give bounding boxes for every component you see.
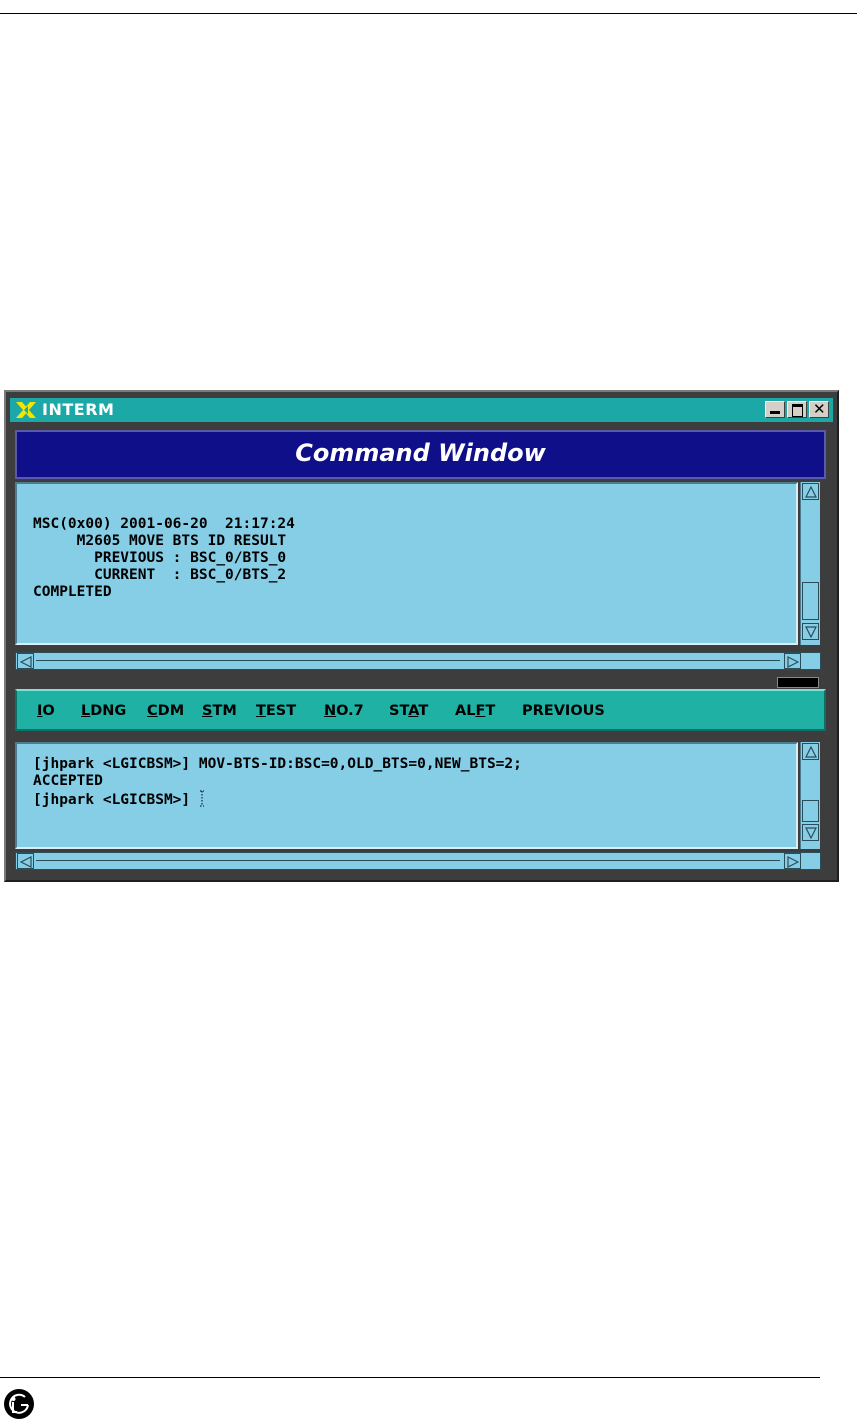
command-window-banner: Command Window <box>15 430 826 479</box>
scroll-down-button[interactable] <box>802 623 819 640</box>
output-line: MSC(0x00) 2001-06-20 21:17:24 <box>33 516 295 532</box>
scroll-up-button[interactable] <box>802 483 819 500</box>
close-button[interactable]: ✕ <box>809 401 829 418</box>
scroll-track <box>36 660 780 661</box>
minimize-button[interactable] <box>765 401 785 418</box>
menu-item-previous[interactable]: PREVIOUS <box>522 703 605 719</box>
menu-item-no7[interactable]: NO.7 <box>324 703 364 719</box>
scroll-down-button[interactable] <box>802 824 819 841</box>
scroll-right-button[interactable] <box>784 853 801 869</box>
scroll-right-button[interactable] <box>784 653 801 669</box>
output-vertical-scrollbar[interactable] <box>800 482 820 645</box>
arrow-left-icon <box>20 856 32 868</box>
header-rule <box>0 13 857 14</box>
arrow-left-icon <box>20 656 32 668</box>
menu-item-ldng[interactable]: LDNG <box>81 703 126 719</box>
menu-item-io[interactable]: IO <box>37 703 55 719</box>
close-icon: ✕ <box>813 400 826 418</box>
output-horizontal-scrollbar[interactable] <box>15 652 821 670</box>
scroll-left-button[interactable] <box>17 853 34 869</box>
input-vertical-scrollbar[interactable] <box>800 742 820 849</box>
output-line: M2605 MOVE BTS ID RESULT <box>33 533 287 549</box>
splitter-sash[interactable] <box>777 677 819 688</box>
scroll-up-button[interactable] <box>802 743 819 760</box>
output-line: COMPLETED <box>33 584 112 600</box>
arrow-up-icon <box>805 486 817 498</box>
lg-logo-icon <box>4 1389 34 1419</box>
scroll-thumb[interactable] <box>802 582 819 620</box>
arrow-right-icon <box>787 656 799 668</box>
arrow-down-icon <box>805 626 817 638</box>
minimize-icon <box>770 411 780 414</box>
arrow-right-icon <box>787 856 799 868</box>
x-logo-icon <box>16 402 36 418</box>
command-menu-bar: IO LDNG CDM STM TEST NO.7 STAT ALFT PREV… <box>15 689 826 731</box>
maximize-icon <box>792 404 803 417</box>
menu-item-stat[interactable]: STAT <box>389 703 428 719</box>
pane-splitter <box>6 672 837 678</box>
output-panel[interactable]: MSC(0x00) 2001-06-20 21:17:24 M2605 MOVE… <box>15 482 798 645</box>
title-bar[interactable]: INTERM ✕ <box>10 398 833 422</box>
output-line: PREVIOUS : BSC_0/BTS_0 <box>33 550 287 566</box>
prompt-text: [jhpark <LGICBSM>] <box>33 792 199 808</box>
command-input-panel[interactable]: [jhpark <LGICBSM>] MOV-BTS-ID:BSC=0,OLD_… <box>15 742 798 849</box>
menu-item-cdm[interactable]: CDM <box>147 703 184 719</box>
interm-window: INTERM ✕ Command Window MSC(0x00) 2001-0… <box>4 390 839 882</box>
output-line: CURRENT : BSC_0/BTS_2 <box>33 567 287 583</box>
arrow-up-icon <box>805 746 817 758</box>
menu-item-alft[interactable]: ALFT <box>455 703 495 719</box>
menu-item-test[interactable]: TEST <box>256 703 296 719</box>
input-horizontal-scrollbar[interactable] <box>15 852 821 870</box>
scroll-track <box>36 860 780 861</box>
banner-title: Command Window <box>295 439 546 467</box>
maximize-button[interactable] <box>787 401 807 418</box>
arrow-down-icon <box>805 827 817 839</box>
scroll-left-button[interactable] <box>17 653 34 669</box>
text-cursor-icon <box>199 790 204 807</box>
footer-rule <box>0 1377 820 1378</box>
menu-item-stm[interactable]: STM <box>202 703 237 719</box>
window-title: INTERM <box>42 400 115 419</box>
input-line: [jhpark <LGICBSM>] MOV-BTS-ID:BSC=0,OLD_… <box>33 756 522 772</box>
command-prompt[interactable]: [jhpark <LGICBSM>] <box>33 790 205 809</box>
scroll-thumb[interactable] <box>802 800 819 822</box>
input-line: ACCEPTED <box>33 773 103 789</box>
